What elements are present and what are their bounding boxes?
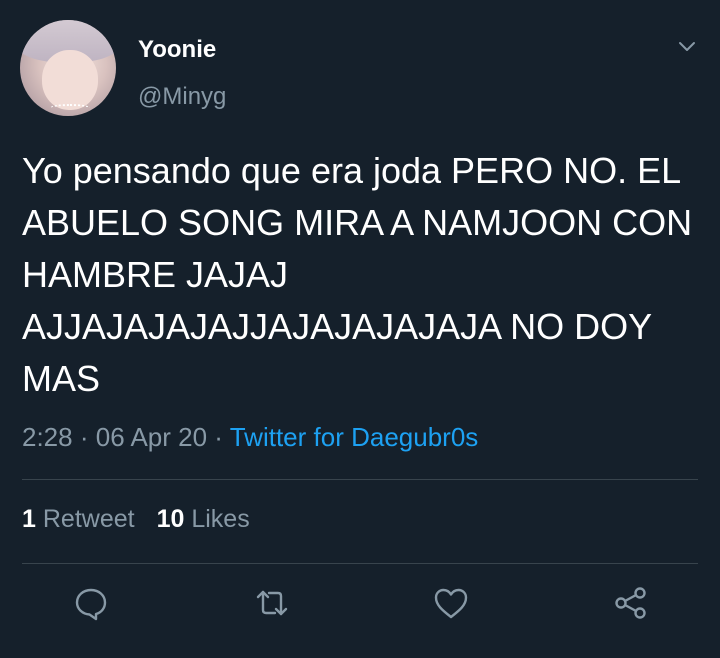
tweet-stats: 1 Retweet 10 Likes <box>22 505 250 534</box>
meta-separator: · <box>79 422 89 452</box>
tweet-source-link[interactable]: Twitter for Daegubr0s <box>230 422 479 452</box>
retweet-icon[interactable] <box>253 584 291 622</box>
likes-label: Likes <box>191 505 250 533</box>
tweet-card: Yoonie @Minyg Yo pensando que era joda P… <box>0 0 720 658</box>
reply-icon[interactable] <box>72 584 110 622</box>
likes-stat[interactable]: 10 Likes <box>157 505 250 533</box>
divider <box>22 479 698 480</box>
display-name[interactable]: Yoonie <box>138 36 216 64</box>
action-bar <box>0 584 720 624</box>
like-icon[interactable] <box>432 584 470 622</box>
avatar-face <box>42 50 98 110</box>
avatar-necklace <box>50 104 90 112</box>
retweets-label: Retweet <box>42 505 135 533</box>
avatar[interactable] <box>20 20 116 116</box>
chevron-down-icon[interactable] <box>678 38 696 56</box>
likes-count: 10 <box>156 505 185 533</box>
retweets-stat[interactable]: 1 Retweet <box>22 505 135 533</box>
user-handle[interactable]: @Minyg <box>138 83 226 111</box>
tweet-date: 06 Apr 20 <box>95 422 208 452</box>
tweet-time: 2:28 <box>22 422 73 452</box>
tweet-meta: 2:28 · 06 Apr 20 · Twitter for Daegubr0s <box>22 422 478 453</box>
divider <box>22 563 698 564</box>
tweet-text: Yo pensando que era joda PERO NO. EL ABU… <box>22 150 693 399</box>
share-icon[interactable] <box>612 584 650 622</box>
retweets-count: 1 <box>22 505 36 533</box>
meta-separator: · <box>214 422 223 452</box>
